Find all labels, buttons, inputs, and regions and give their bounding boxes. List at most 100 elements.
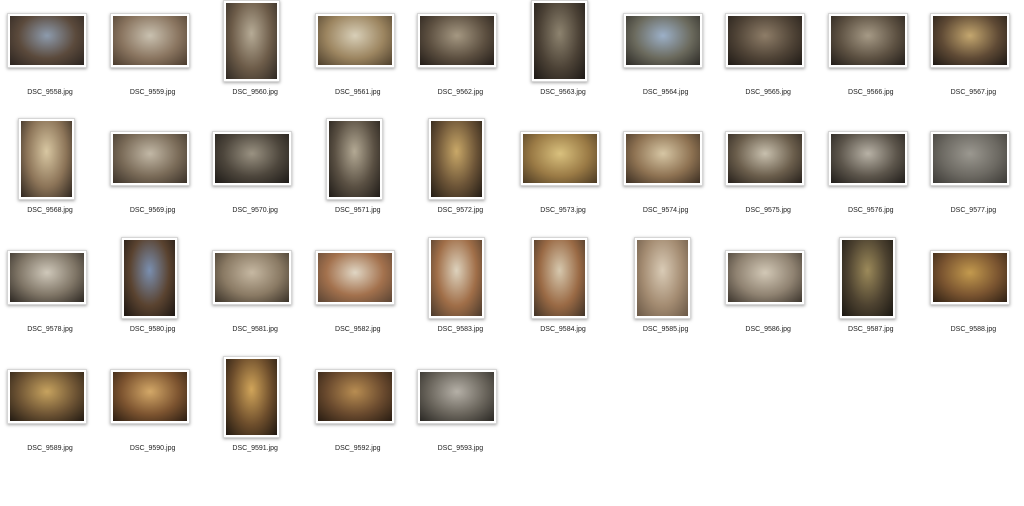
file-thumbnail[interactable]: DSC_9591.jpg bbox=[209, 356, 311, 474]
file-thumbnail[interactable]: DSC_9565.jpg bbox=[722, 0, 824, 118]
file-name-label: DSC_9562.jpg bbox=[437, 89, 484, 96]
file-thumbnail[interactable]: DSC_9580.jpg bbox=[107, 237, 209, 355]
thumbnail-frame[interactable] bbox=[520, 131, 600, 186]
file-thumbnail[interactable]: DSC_9582.jpg bbox=[312, 237, 414, 355]
file-thumbnail[interactable]: DSC_9571.jpg bbox=[312, 118, 414, 236]
thumbnail-frame[interactable] bbox=[725, 250, 806, 305]
thumbnail-frame[interactable] bbox=[7, 250, 87, 305]
thumbnail-image bbox=[728, 134, 803, 183]
file-thumbnail[interactable]: DSC_9574.jpg bbox=[620, 118, 722, 236]
thumbnail-image bbox=[112, 372, 187, 421]
file-thumbnail[interactable]: DSC_9563.jpg bbox=[517, 0, 619, 118]
file-name-label: DSC_9559.jpg bbox=[129, 89, 176, 96]
thumbnail-frame[interactable] bbox=[827, 13, 908, 68]
file-thumbnail[interactable]: DSC_9589.jpg bbox=[4, 356, 106, 474]
file-thumbnail[interactable]: DSC_9583.jpg bbox=[414, 237, 516, 355]
thumbnail-frame[interactable] bbox=[622, 131, 703, 186]
thumbnail-frame[interactable] bbox=[120, 237, 178, 319]
thumbnail-frame[interactable] bbox=[930, 13, 1011, 68]
file-thumbnail[interactable]: DSC_9578.jpg bbox=[4, 237, 106, 355]
thumbnail-frame[interactable] bbox=[212, 131, 293, 186]
file-thumbnail[interactable]: DSC_9558.jpg bbox=[4, 0, 106, 118]
file-thumbnail[interactable]: DSC_9593.jpg bbox=[414, 356, 516, 474]
thumbnail-frame[interactable] bbox=[7, 13, 87, 68]
thumbnail-image bbox=[534, 3, 585, 79]
file-thumbnail[interactable]: DSC_9564.jpg bbox=[620, 0, 722, 118]
file-name-label: DSC_9563.jpg bbox=[540, 89, 586, 96]
thumbnail-frame[interactable] bbox=[7, 369, 87, 424]
thumbnail-frame[interactable] bbox=[531, 237, 588, 319]
thumbnail-image bbox=[420, 372, 495, 421]
thumbnail-frame[interactable] bbox=[428, 118, 486, 200]
thumbnail-frame[interactable] bbox=[930, 250, 1011, 305]
file-thumbnail-grid: DSC_9558.jpg DSC_9559.jpg DSC_9560.jpg DSC_… bbox=[0, 0, 1024, 506]
file-name-label: DSC_9567.jpg bbox=[950, 89, 997, 96]
thumbnail-frame[interactable] bbox=[725, 13, 806, 68]
thumbnail-frame[interactable] bbox=[314, 250, 395, 305]
file-thumbnail[interactable]: DSC_9584.jpg bbox=[517, 237, 619, 355]
thumbnail-frame[interactable] bbox=[223, 356, 281, 438]
thumbnail-image bbox=[10, 372, 84, 421]
thumbnail-image bbox=[317, 16, 392, 65]
file-thumbnail[interactable]: DSC_9568.jpg bbox=[4, 118, 106, 236]
thumbnail-frame[interactable] bbox=[109, 131, 190, 186]
thumbnail-frame[interactable] bbox=[18, 118, 75, 200]
thumbnail-frame[interactable] bbox=[223, 0, 281, 82]
thumbnail-image bbox=[112, 16, 187, 65]
file-thumbnail[interactable]: DSC_9592.jpg bbox=[312, 356, 414, 474]
file-thumbnail[interactable]: DSC_9560.jpg bbox=[209, 0, 311, 118]
file-thumbnail[interactable]: DSC_9581.jpg bbox=[209, 237, 311, 355]
file-name-label: DSC_9568.jpg bbox=[27, 207, 73, 214]
thumbnail-frame[interactable] bbox=[417, 13, 498, 68]
file-thumbnail[interactable]: DSC_9573.jpg bbox=[517, 118, 619, 236]
thumbnail-image bbox=[328, 121, 380, 197]
file-name-label: DSC_9581.jpg bbox=[232, 326, 278, 333]
thumbnail-image bbox=[625, 134, 700, 183]
thumbnail-image bbox=[933, 134, 1008, 183]
thumbnail-frame[interactable] bbox=[109, 13, 190, 68]
thumbnail-frame[interactable] bbox=[325, 118, 383, 200]
file-name-label: DSC_9577.jpg bbox=[950, 207, 997, 214]
thumbnail-frame[interactable] bbox=[314, 13, 395, 68]
thumbnail-image bbox=[112, 134, 187, 183]
file-thumbnail[interactable]: DSC_9569.jpg bbox=[107, 118, 209, 236]
thumbnail-frame[interactable] bbox=[428, 237, 486, 319]
thumbnail-image bbox=[317, 372, 392, 421]
thumbnail-image bbox=[21, 121, 72, 197]
thumbnail-frame[interactable] bbox=[827, 131, 908, 186]
file-thumbnail[interactable]: DSC_9575.jpg bbox=[722, 118, 824, 236]
thumbnail-frame[interactable] bbox=[417, 369, 498, 424]
thumbnail-image bbox=[625, 16, 700, 65]
file-thumbnail[interactable]: DSC_9567.jpg bbox=[927, 0, 1024, 118]
thumbnail-frame[interactable] bbox=[314, 369, 395, 424]
thumbnail-image bbox=[431, 121, 483, 197]
file-thumbnail[interactable]: DSC_9577.jpg bbox=[927, 118, 1024, 236]
file-thumbnail[interactable]: DSC_9562.jpg bbox=[414, 0, 516, 118]
thumbnail-frame[interactable] bbox=[930, 131, 1011, 186]
file-thumbnail[interactable]: DSC_9590.jpg bbox=[107, 356, 209, 474]
thumbnail-frame[interactable] bbox=[622, 13, 703, 68]
thumbnail-frame[interactable] bbox=[109, 369, 190, 424]
thumbnail-frame[interactable] bbox=[531, 0, 588, 82]
file-thumbnail[interactable]: DSC_9576.jpg bbox=[825, 118, 927, 236]
file-thumbnail[interactable]: DSC_9561.jpg bbox=[312, 0, 414, 118]
file-thumbnail[interactable]: DSC_9566.jpg bbox=[825, 0, 927, 118]
thumbnail-image bbox=[933, 253, 1008, 302]
thumbnail-image bbox=[226, 359, 278, 435]
thumbnail-frame[interactable] bbox=[633, 237, 691, 319]
file-thumbnail[interactable]: DSC_9570.jpg bbox=[209, 118, 311, 236]
thumbnail-frame[interactable] bbox=[725, 131, 806, 186]
thumbnail-image bbox=[523, 134, 597, 183]
file-thumbnail[interactable]: DSC_9588.jpg bbox=[927, 237, 1024, 355]
file-name-label: DSC_9576.jpg bbox=[848, 207, 894, 214]
thumbnail-frame[interactable] bbox=[838, 237, 896, 319]
file-name-label: DSC_9583.jpg bbox=[437, 326, 484, 333]
file-thumbnail[interactable]: DSC_9559.jpg bbox=[107, 0, 209, 118]
file-name-label: DSC_9561.jpg bbox=[335, 89, 381, 96]
file-thumbnail[interactable]: DSC_9586.jpg bbox=[722, 237, 824, 355]
file-thumbnail[interactable]: DSC_9585.jpg bbox=[620, 237, 722, 355]
file-thumbnail[interactable]: DSC_9587.jpg bbox=[825, 237, 927, 355]
thumbnail-frame[interactable] bbox=[212, 250, 293, 305]
file-name-label: DSC_9558.jpg bbox=[27, 89, 73, 96]
file-thumbnail[interactable]: DSC_9572.jpg bbox=[414, 118, 516, 236]
